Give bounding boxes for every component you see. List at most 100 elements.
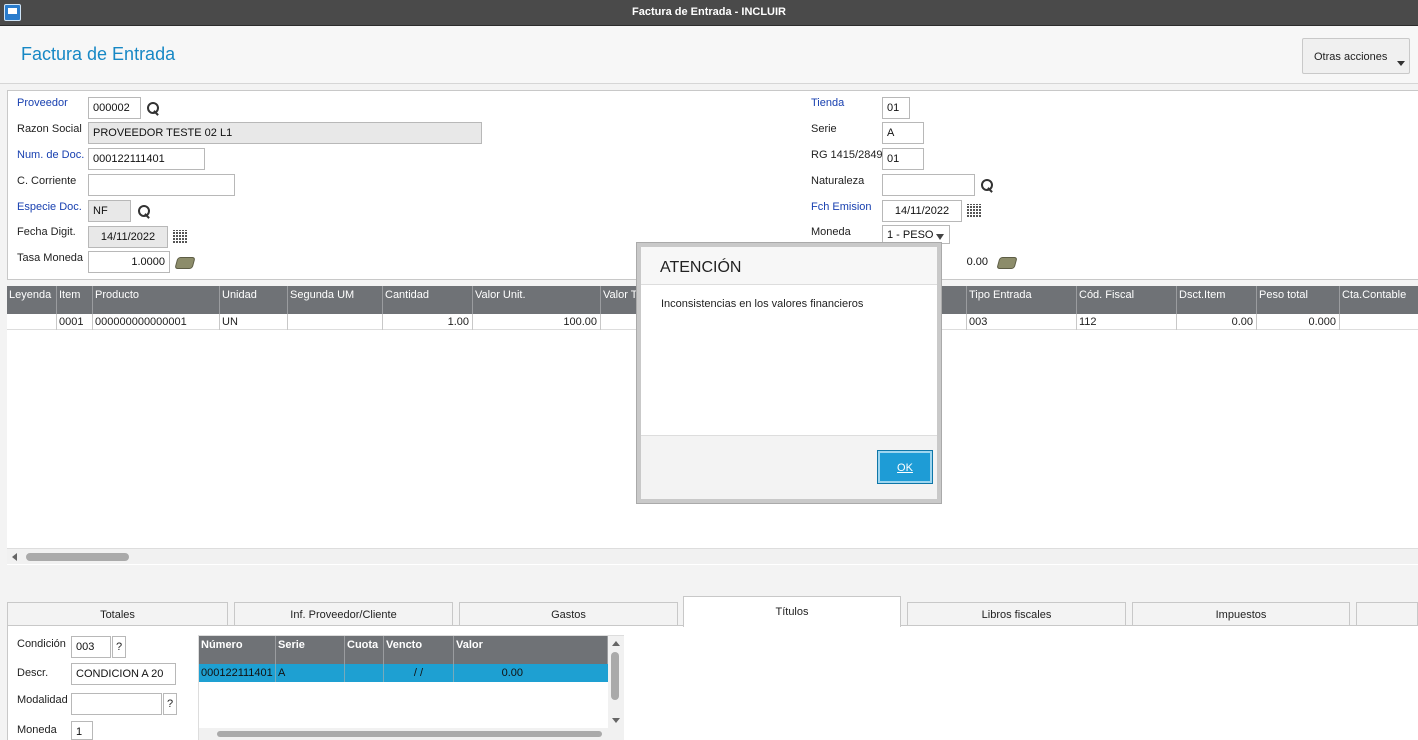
col-valor[interactable]: Valor bbox=[454, 636, 608, 664]
proveedor-field[interactable]: 000002 bbox=[88, 97, 141, 119]
tab-titulos[interactable]: Títulos bbox=[683, 596, 901, 627]
tasa-moneda-field[interactable]: 1.0000 bbox=[88, 251, 170, 273]
page-header: Factura de Entrada Otras acciones bbox=[0, 26, 1418, 84]
moneda-field[interactable]: 1 bbox=[71, 721, 93, 740]
rg-field[interactable]: 01 bbox=[882, 148, 924, 170]
c-corriente-field[interactable] bbox=[88, 174, 235, 196]
tab-totales[interactable]: Totales bbox=[7, 602, 228, 626]
especie-doc-field[interactable]: NF bbox=[88, 200, 131, 222]
naturaleza-label: Naturaleza bbox=[811, 175, 865, 187]
condicion-field[interactable]: 003 bbox=[71, 636, 111, 658]
proveedor-search-icon[interactable] bbox=[146, 101, 160, 115]
chevron-down-icon bbox=[936, 234, 944, 240]
col-cuota[interactable]: Cuota bbox=[345, 636, 384, 664]
modalidad-field[interactable] bbox=[71, 693, 162, 715]
tab-inf-proveedor[interactable]: Inf. Proveedor/Cliente bbox=[234, 602, 453, 626]
tab-impuestos[interactable]: Impuestos bbox=[1132, 602, 1350, 626]
cell-valor[interactable]: 0.00 bbox=[454, 664, 608, 682]
moneda-label: Moneda bbox=[811, 226, 851, 238]
table-row[interactable]: 000122111401 A / / 0.00 bbox=[199, 664, 608, 682]
cell-serie[interactable]: A bbox=[276, 664, 345, 682]
tab-gastos[interactable]: Gastos bbox=[459, 602, 678, 626]
fecha-digit-field[interactable]: 14/11/2022 bbox=[88, 226, 168, 248]
fch-emision-field[interactable]: 14/11/2022 bbox=[882, 200, 962, 222]
serie-label: Serie bbox=[811, 123, 837, 135]
fch-emision-calendar-icon[interactable] bbox=[967, 204, 981, 218]
cell-segunda-um[interactable] bbox=[288, 314, 383, 330]
col-segunda-um[interactable]: Segunda UM bbox=[288, 286, 383, 314]
tab-more[interactable] bbox=[1356, 602, 1418, 626]
items-grid-hscrollbar[interactable] bbox=[7, 548, 1418, 564]
col-serie[interactable]: Serie bbox=[276, 636, 345, 664]
cell-cantidad[interactable]: 1.00 bbox=[383, 314, 473, 330]
naturaleza-field[interactable] bbox=[882, 174, 975, 196]
col-numero[interactable]: Número bbox=[199, 636, 276, 664]
col-dsct-item[interactable]: Dsct.Item bbox=[1177, 286, 1257, 314]
col-valor-unit[interactable]: Valor Unit. bbox=[473, 286, 601, 314]
cell-unidad[interactable]: UN bbox=[220, 314, 288, 330]
col-leyenda[interactable]: Leyenda bbox=[7, 286, 57, 314]
cell-valor-unit[interactable]: 100.00 bbox=[473, 314, 601, 330]
num-doc-field[interactable]: 000122111401 bbox=[88, 148, 205, 170]
cell-dsct-item[interactable]: 0.00 bbox=[1177, 314, 1257, 330]
tienda-field[interactable]: 01 bbox=[882, 97, 910, 119]
window-titlebar: Factura de Entrada - INCLUIR bbox=[0, 0, 1418, 26]
window-title: Factura de Entrada - INCLUIR bbox=[631, 6, 787, 18]
titulos-grid: Número Serie Cuota Vencto Valor 00012211… bbox=[198, 635, 624, 740]
col-producto[interactable]: Producto bbox=[93, 286, 220, 314]
scroll-left-icon[interactable] bbox=[12, 553, 17, 561]
rg-label: RG 1415/2849 bbox=[811, 149, 883, 161]
scroll-up-icon[interactable] bbox=[612, 641, 620, 646]
cell-leyenda[interactable] bbox=[7, 314, 57, 330]
col-cod-fiscal[interactable]: Cód. Fiscal bbox=[1077, 286, 1177, 314]
serie-field[interactable]: A bbox=[882, 122, 924, 144]
fch-emision-label: Fch Emision bbox=[811, 201, 872, 213]
folder-tabs: Totales Inf. Proveedor/Cliente Gastos Tí… bbox=[7, 596, 1418, 627]
col-cantidad[interactable]: Cantidad bbox=[383, 286, 473, 314]
naturaleza-search-icon[interactable] bbox=[980, 178, 994, 192]
cell-peso-total[interactable]: 0.000 bbox=[1257, 314, 1340, 330]
cell-producto[interactable]: 000000000000001 bbox=[93, 314, 220, 330]
attention-dialog-frame: ATENCIÓN Inconsistencias en los valores … bbox=[636, 242, 942, 504]
cell-numero[interactable]: 000122111401 bbox=[199, 664, 276, 682]
dialog-message: Inconsistencias en los valores financier… bbox=[661, 298, 864, 310]
c-corriente-label: C. Corriente bbox=[17, 175, 77, 187]
modalidad-help-button[interactable]: ? bbox=[163, 693, 177, 715]
tienda-label: Tienda bbox=[811, 97, 845, 109]
scroll-thumb[interactable] bbox=[26, 553, 129, 561]
col-cta-contable[interactable]: Cta.Contable bbox=[1340, 286, 1418, 314]
ok-button[interactable]: OK bbox=[877, 450, 933, 484]
cell-cod-fiscal[interactable]: 112 bbox=[1077, 314, 1177, 330]
page-title: Factura de Entrada bbox=[21, 44, 176, 64]
descr-field[interactable]: CONDICION A 20 bbox=[71, 663, 176, 685]
other-actions-button[interactable]: Otras acciones bbox=[1302, 38, 1410, 74]
cell-cuota[interactable] bbox=[345, 664, 384, 682]
cell-vencto[interactable]: / / bbox=[384, 664, 454, 682]
scroll-down-icon[interactable] bbox=[612, 718, 620, 723]
scroll-thumb[interactable] bbox=[611, 652, 619, 700]
fecha-digit-calendar-icon[interactable] bbox=[173, 230, 187, 244]
cell-item[interactable]: 0001 bbox=[57, 314, 93, 330]
money-icon[interactable] bbox=[996, 257, 1018, 269]
dialog-title: ATENCIÓN bbox=[660, 259, 742, 276]
razon-social-label: Razon Social bbox=[17, 123, 82, 135]
col-vencto[interactable]: Vencto bbox=[384, 636, 454, 664]
tab-libros-fiscales[interactable]: Libros fiscales bbox=[907, 602, 1126, 626]
col-peso-total[interactable]: Peso total bbox=[1257, 286, 1340, 314]
especie-doc-label: Especie Doc. bbox=[17, 201, 82, 213]
cell-cta-contable[interactable] bbox=[1340, 314, 1418, 330]
cell-tipo-entrada[interactable]: 003 bbox=[967, 314, 1077, 330]
titulos-grid-vscrollbar[interactable] bbox=[608, 636, 624, 728]
scroll-thumb[interactable] bbox=[217, 731, 602, 737]
especie-doc-search-icon[interactable] bbox=[137, 204, 151, 218]
condicion-help-button[interactable]: ? bbox=[112, 636, 126, 658]
razon-social-field[interactable]: PROVEEDOR TESTE 02 L1 bbox=[88, 122, 482, 144]
dialog-footer: OK bbox=[641, 435, 937, 499]
money-icon[interactable] bbox=[174, 257, 196, 269]
col-unidad[interactable]: Unidad bbox=[220, 286, 288, 314]
hidden-value-field[interactable]: 0.00 bbox=[933, 251, 993, 273]
col-item[interactable]: Item bbox=[57, 286, 93, 314]
descr-label: Descr. bbox=[17, 667, 49, 679]
titulos-grid-hscrollbar[interactable] bbox=[199, 728, 624, 740]
col-tipo-entrada[interactable]: Tipo Entrada bbox=[967, 286, 1077, 314]
